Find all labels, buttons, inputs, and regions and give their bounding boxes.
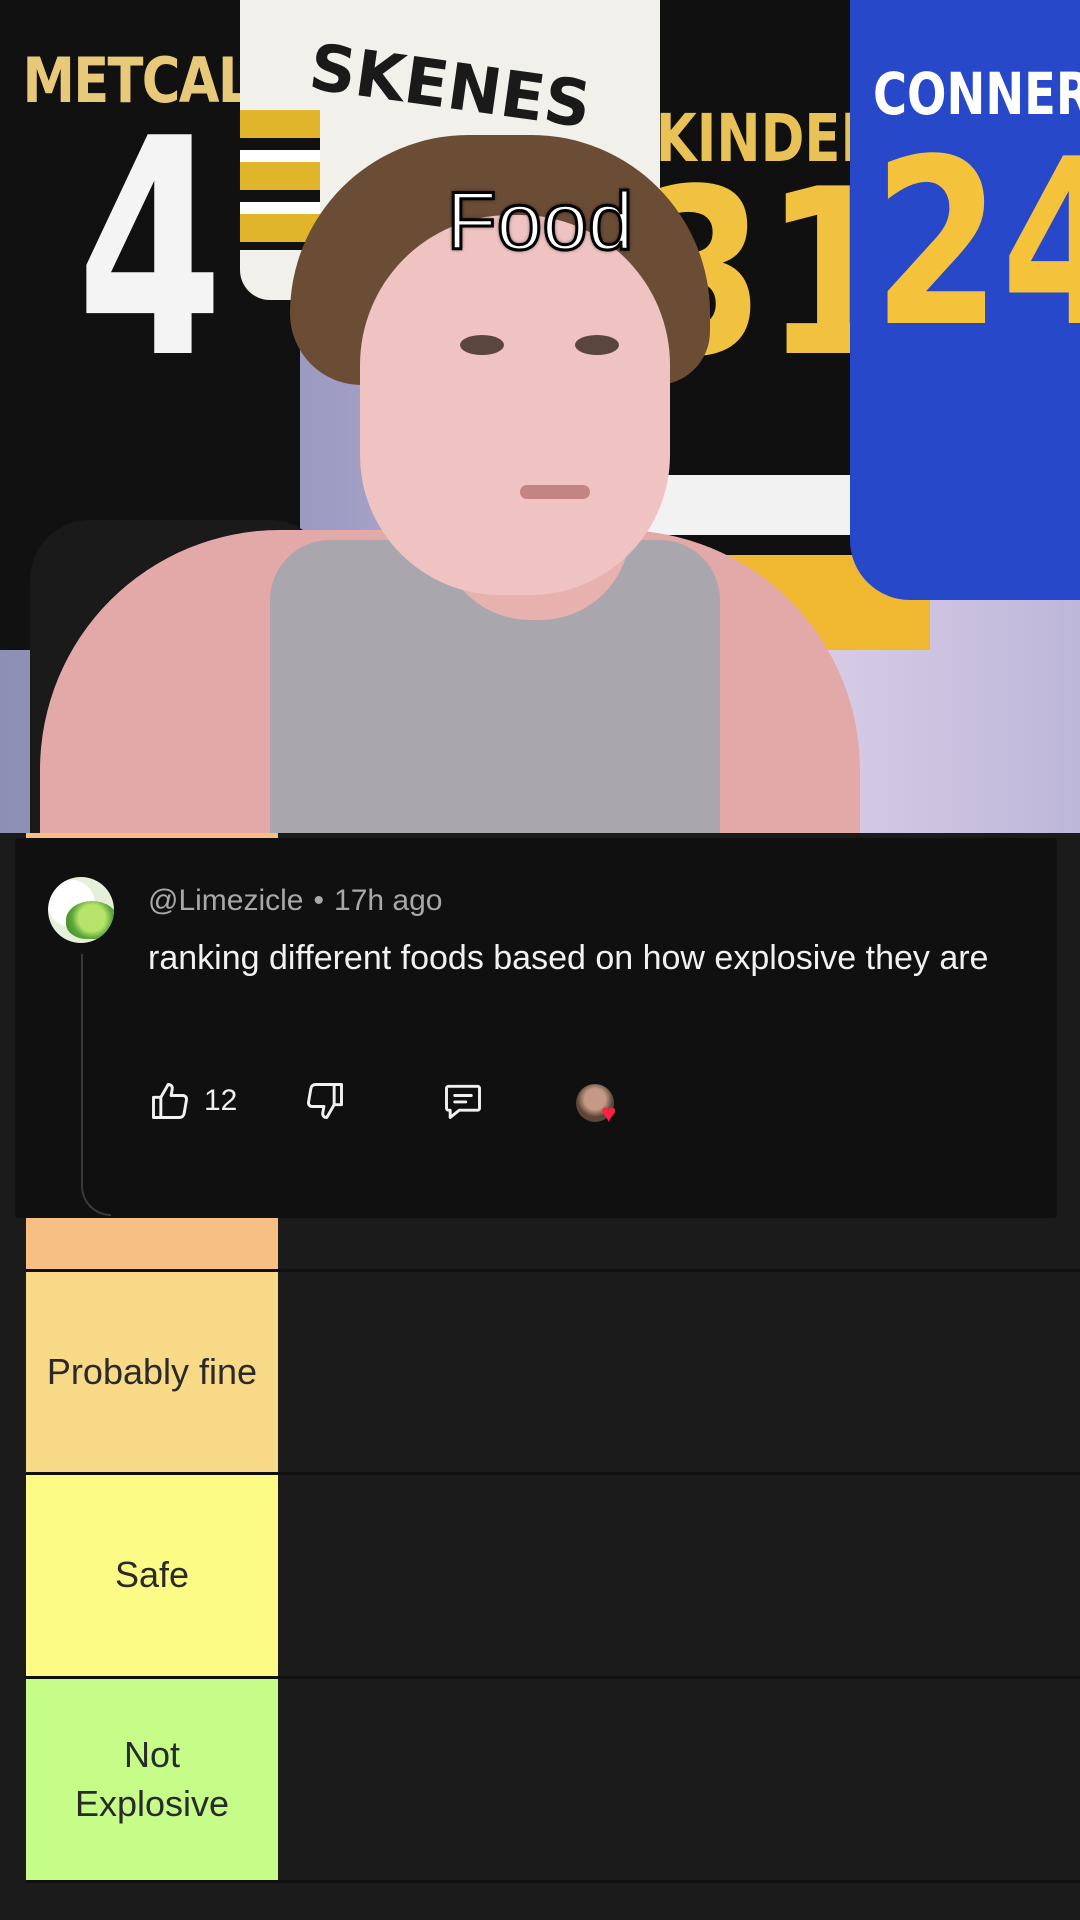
person-eye xyxy=(460,335,504,355)
like-count: 12 xyxy=(204,1084,238,1117)
thumbs-down-icon xyxy=(307,1083,343,1119)
commenter-avatar[interactable] xyxy=(48,877,114,943)
dislike-button[interactable] xyxy=(303,1076,347,1126)
tier-row: Not Explosive xyxy=(26,1679,1080,1883)
comment-timestamp: 17h ago xyxy=(334,884,443,917)
comment-meta: @Limezicle • 17h ago xyxy=(148,884,442,918)
comment-username[interactable]: @Limezicle xyxy=(148,884,304,917)
lime-icon xyxy=(66,901,114,939)
thumbs-up-icon xyxy=(152,1083,188,1119)
person-face xyxy=(360,215,670,595)
creator-heart-icon: ♥ xyxy=(601,1098,617,1128)
tier-items-dropzone[interactable] xyxy=(278,1679,1080,1880)
jersey-conner: CONNER 24 xyxy=(850,0,1080,600)
tier-label: Safe xyxy=(26,1475,278,1676)
tier-items-dropzone[interactable] xyxy=(278,1475,1080,1676)
tier-row: Probably fine xyxy=(26,1272,1080,1475)
person-eye xyxy=(575,335,619,355)
tier-label: Probably fine xyxy=(26,1272,278,1472)
person-mouth xyxy=(520,485,590,499)
comment-text: ranking different foods based on how exp… xyxy=(148,939,989,977)
comment-card: @Limezicle • 17h ago ranking different foo… xyxy=(15,838,1057,1218)
video-frame[interactable]: METCALF 4 KINDEL 31 CONNER 24 SKENES Foo… xyxy=(0,0,1080,833)
comment-icon xyxy=(445,1084,481,1119)
thread-line xyxy=(81,954,111,1216)
reply-button[interactable] xyxy=(441,1076,485,1126)
video-caption: Food xyxy=(445,175,635,269)
tier-row: Safe xyxy=(26,1475,1080,1679)
creator-heart-badge[interactable]: ♥ xyxy=(576,1078,617,1128)
tier-items-dropzone[interactable] xyxy=(278,1272,1080,1472)
meta-separator: • xyxy=(313,884,325,917)
tier-label: Not Explosive xyxy=(26,1679,278,1880)
like-button[interactable]: 12 xyxy=(148,1076,237,1126)
